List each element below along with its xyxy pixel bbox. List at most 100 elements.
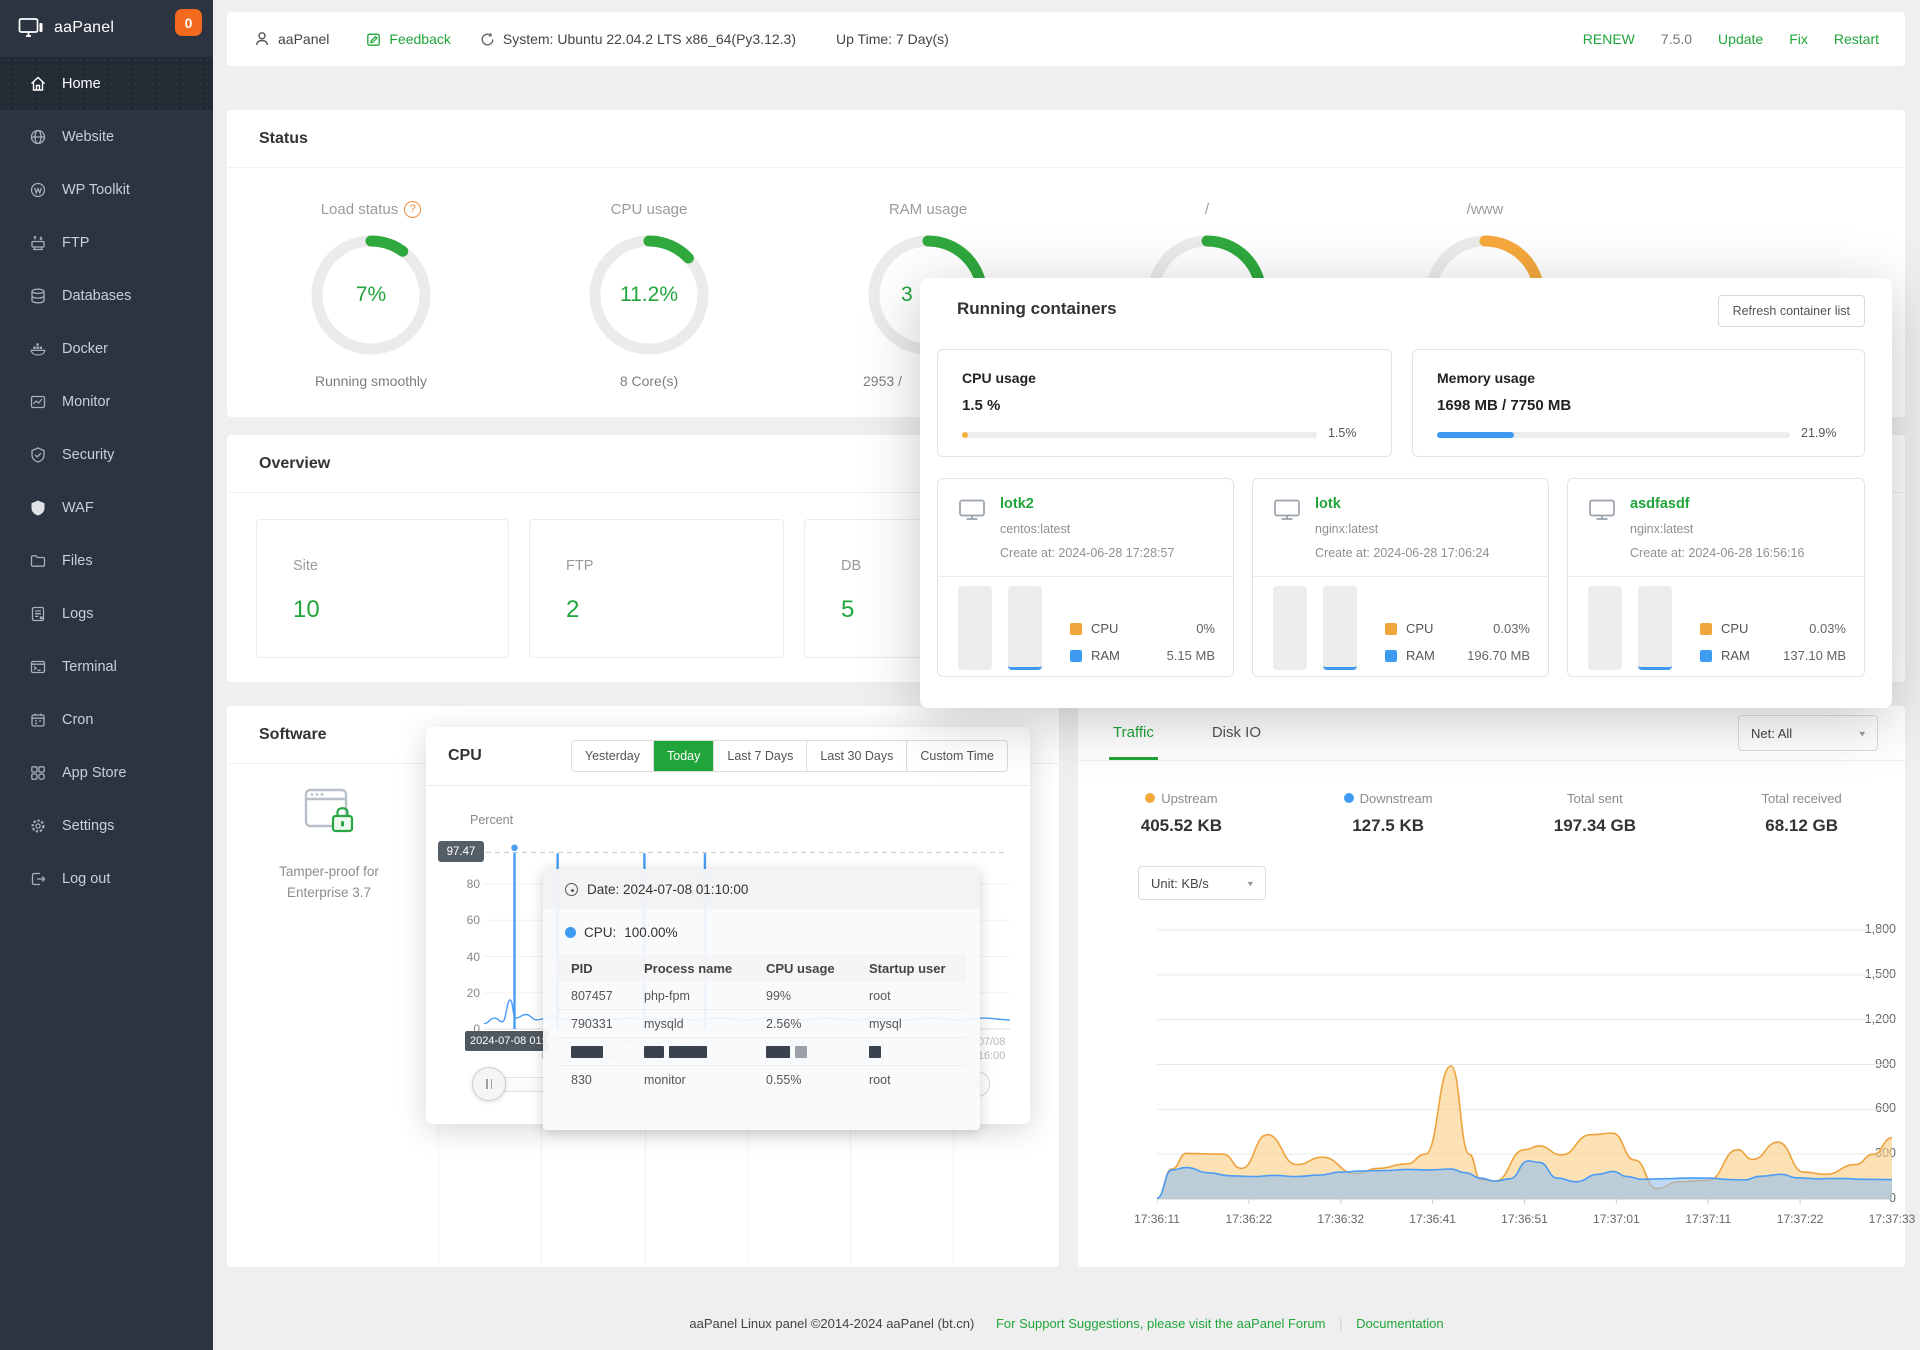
sidebar-item-website[interactable]: Website bbox=[0, 110, 213, 163]
container-ram-sparkline bbox=[1638, 586, 1672, 670]
terminal-icon bbox=[30, 660, 46, 673]
unit-select[interactable]: Unit: KB/s ▾ bbox=[1138, 866, 1266, 900]
range-yesterday[interactable]: Yesterday bbox=[571, 741, 654, 771]
copyright: aaPanel Linux panel ©2014-2024 aaPanel (… bbox=[689, 1316, 975, 1331]
feedback-link[interactable]: Feedback bbox=[365, 31, 451, 48]
sidebar-item-databases[interactable]: Databases bbox=[0, 269, 213, 322]
sidebar-item-terminal[interactable]: Terminal bbox=[0, 640, 213, 693]
version-label: 7.5.0 bbox=[1660, 31, 1693, 47]
cpu-max-badge: 97.47 bbox=[438, 841, 484, 862]
home-icon bbox=[31, 76, 45, 91]
uptime: Up Time: 7 Day(s) bbox=[836, 31, 949, 47]
sidebar-item-app-store[interactable]: App Store bbox=[0, 746, 213, 799]
sidebar-item-log-out[interactable]: Log out bbox=[0, 852, 213, 905]
system-info: System: Ubuntu 22.04.2 LTS x86_64(Py3.12… bbox=[479, 31, 796, 48]
documentation-link[interactable]: Documentation bbox=[1356, 1316, 1443, 1331]
gauge-cpu-usage: CPU usage 11.2% 8 Core(s) bbox=[539, 198, 759, 391]
appstore-grid-icon bbox=[31, 765, 46, 780]
net-select[interactable]: Net: All ▾ bbox=[1738, 715, 1878, 751]
cpu-tooltip: Date: 2024-07-08 01:10:00 CPU: 100.00% P… bbox=[543, 869, 980, 1130]
traffic-tabs: Traffic Disk IO bbox=[1109, 706, 1261, 760]
ram-legend-swatch bbox=[1070, 649, 1082, 662]
sidebar-item-cron[interactable]: Cron bbox=[0, 693, 213, 746]
downstream-dot bbox=[1343, 793, 1354, 803]
aapanel-logo-icon bbox=[18, 18, 43, 37]
ftp-icon bbox=[31, 235, 45, 250]
container-cpu-sparkline bbox=[1588, 586, 1622, 670]
sidebar-item-home[interactable]: Home bbox=[0, 57, 213, 110]
overview-site-card[interactable]: Site 10 bbox=[256, 519, 509, 658]
sidebar-item-ftp[interactable]: FTP bbox=[0, 216, 213, 269]
x-tick-label: 17:36:11 bbox=[1134, 1212, 1180, 1226]
brand: aaPanel 0 bbox=[0, 0, 213, 56]
process-row: 807457 php-fpm 99% root bbox=[557, 982, 966, 1010]
renew-link[interactable]: RENEW bbox=[1583, 31, 1635, 47]
message-count-badge[interactable]: 0 bbox=[175, 9, 202, 36]
ram-legend-swatch bbox=[1700, 649, 1712, 662]
upstream-dot bbox=[1145, 793, 1156, 803]
sidebar-item-monitor[interactable]: Monitor bbox=[0, 375, 213, 428]
brand-name: aaPanel bbox=[54, 19, 115, 36]
cpu-popup: CPU Yesterday Today Last 7 Days Last 30 … bbox=[426, 727, 1030, 1130]
sidebar-item-files[interactable]: Files bbox=[0, 534, 213, 587]
cpu-y-tick-label: 80 bbox=[466, 877, 480, 892]
stat-upstream: Upstream 405.52 KB bbox=[1140, 790, 1223, 836]
ram-legend-swatch bbox=[1385, 649, 1397, 662]
stat-downstream: Downstream 127.5 KB bbox=[1285, 788, 1492, 836]
refresh-container-list-button[interactable]: Refresh container list bbox=[1717, 295, 1865, 327]
traffic-chart bbox=[1157, 929, 1892, 1204]
process-table: PID Process name CPU usage Startup user … bbox=[557, 954, 966, 1094]
containers-memory-usage-card: Memory usage 1698 MB / 7750 MB 21.9% bbox=[1412, 349, 1865, 457]
account[interactable]: aaPanel bbox=[253, 30, 329, 48]
x-tick-label: 17:36:32 bbox=[1317, 1212, 1365, 1226]
container-monitor-icon bbox=[1274, 499, 1300, 520]
x-tick-label: 17:36:22 bbox=[1225, 1212, 1273, 1226]
x-tick-label: 17:36:51 bbox=[1501, 1212, 1548, 1226]
x-tick-label: 17:37:33 bbox=[1868, 1212, 1916, 1226]
container-cpu-sparkline bbox=[958, 586, 992, 670]
status-title: Status bbox=[227, 110, 1905, 168]
container-card-lotk2: lotk2 centos:latest Create at: 2024-06-2… bbox=[937, 478, 1234, 677]
container-card-asdfasdf: asdfasdf nginx:latest Create at: 2024-06… bbox=[1567, 478, 1865, 677]
container-ram-sparkline bbox=[1323, 586, 1357, 670]
sidebar-item-docker[interactable]: Docker bbox=[0, 322, 213, 375]
tab-traffic[interactable]: Traffic bbox=[1109, 706, 1158, 760]
range-today[interactable]: Today bbox=[653, 741, 714, 771]
feedback-icon bbox=[367, 33, 381, 46]
help-icon[interactable]: ? bbox=[404, 200, 422, 218]
traffic-stats: Upstream 405.52 KB Downstream 127.5 KB T… bbox=[1078, 788, 1905, 836]
sidebar-item-waf[interactable]: WAF bbox=[0, 481, 213, 534]
support-link[interactable]: For Support Suggestions, please visit th… bbox=[996, 1316, 1326, 1331]
sidebar-item-wp-toolkit[interactable]: WP Toolkit bbox=[0, 163, 213, 216]
sidebar-nav: Home Website WP Toolkit FTP Databases Do… bbox=[0, 57, 213, 905]
sidebar-item-settings[interactable]: Settings bbox=[0, 799, 213, 852]
restart-link[interactable]: Restart bbox=[1834, 31, 1879, 47]
software-item-tamper-proof[interactable]: Tamper-proof for Enterprise 3.7 bbox=[243, 786, 415, 903]
process-row: 790331 mysqld 2.56% mysql bbox=[557, 1010, 966, 1038]
docker-icon bbox=[30, 342, 46, 356]
update-link[interactable]: Update bbox=[1718, 31, 1763, 47]
stat-total-received: Total received 68.12 GB bbox=[1761, 790, 1842, 836]
range-last-30-days[interactable]: Last 30 Days bbox=[806, 741, 907, 771]
clock-icon bbox=[565, 882, 578, 896]
sidebar-item-logs[interactable]: Logs bbox=[0, 587, 213, 640]
refresh-icon[interactable] bbox=[479, 31, 496, 48]
range-custom-time[interactable]: Custom Time bbox=[906, 741, 1007, 771]
container-monitor-icon bbox=[959, 499, 985, 520]
globe-icon bbox=[30, 129, 46, 144]
traffic-card: Traffic Disk IO Net: All ▾ Upstream 405.5… bbox=[1078, 706, 1915, 1267]
stat-total-sent: Total sent 197.34 GB bbox=[1553, 790, 1636, 836]
range-last-7-days[interactable]: Last 7 Days bbox=[713, 741, 807, 771]
slider-knob[interactable] bbox=[472, 1067, 506, 1101]
fix-link[interactable]: Fix bbox=[1789, 31, 1808, 47]
sidebar-item-security[interactable]: Security bbox=[0, 428, 213, 481]
cpu-series-dot bbox=[565, 927, 576, 938]
topbar-actions: RENEW 7.5.0 Update Fix Restart bbox=[1583, 31, 1879, 47]
overview-ftp-card[interactable]: FTP 2 bbox=[529, 519, 784, 658]
container-card-lotk: lotk nginx:latest Create at: 2024-06-28 … bbox=[1252, 478, 1549, 677]
tab-disk-io[interactable]: Disk IO bbox=[1212, 706, 1261, 760]
modal-title: Running containers bbox=[957, 299, 1117, 318]
chevron-down-icon: ▾ bbox=[1859, 728, 1865, 739]
waf-shield-icon bbox=[31, 500, 45, 515]
logs-icon bbox=[31, 606, 45, 621]
